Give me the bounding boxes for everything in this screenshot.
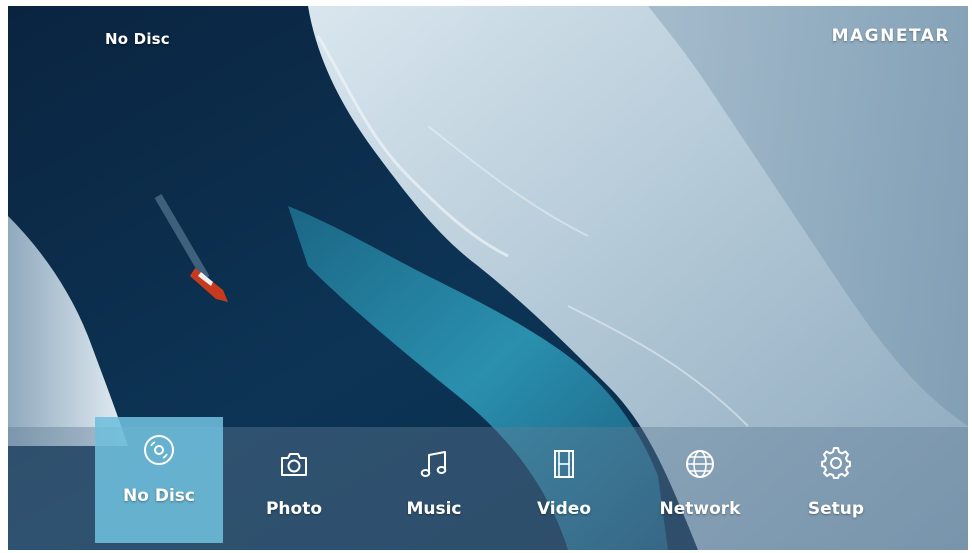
home-screen: No Disc MAGNETAR No Disc Photo Music Vid… <box>8 6 968 550</box>
disc-status-text: No Disc <box>105 30 170 48</box>
menu-item-label: Photo <box>265 499 323 519</box>
main-menu-bar: No Disc Photo Music Video Network Setup <box>8 417 968 550</box>
music-note-icon <box>420 451 447 477</box>
globe-icon <box>686 450 714 478</box>
brand-logo: MAGNETAR <box>831 26 950 46</box>
menu-item-photo[interactable]: Photo <box>230 427 358 550</box>
menu-item-setup[interactable]: Setup <box>772 427 900 550</box>
menu-item-label: No Disc <box>123 486 195 506</box>
menu-item-video[interactable]: Video <box>500 427 628 550</box>
menu-item-no-disc[interactable]: No Disc <box>95 417 223 543</box>
menu-item-label: Music <box>406 499 462 519</box>
menu-item-music[interactable]: Music <box>370 427 498 550</box>
camera-icon <box>281 453 307 476</box>
gear-icon <box>821 447 851 479</box>
disc-icon <box>144 435 174 465</box>
menu-item-label: Setup <box>807 499 865 519</box>
menu-item-label: Network <box>659 499 741 519</box>
film-icon <box>554 450 574 478</box>
menu-item-network[interactable]: Network <box>636 427 764 550</box>
menu-item-label: Video <box>536 499 592 519</box>
